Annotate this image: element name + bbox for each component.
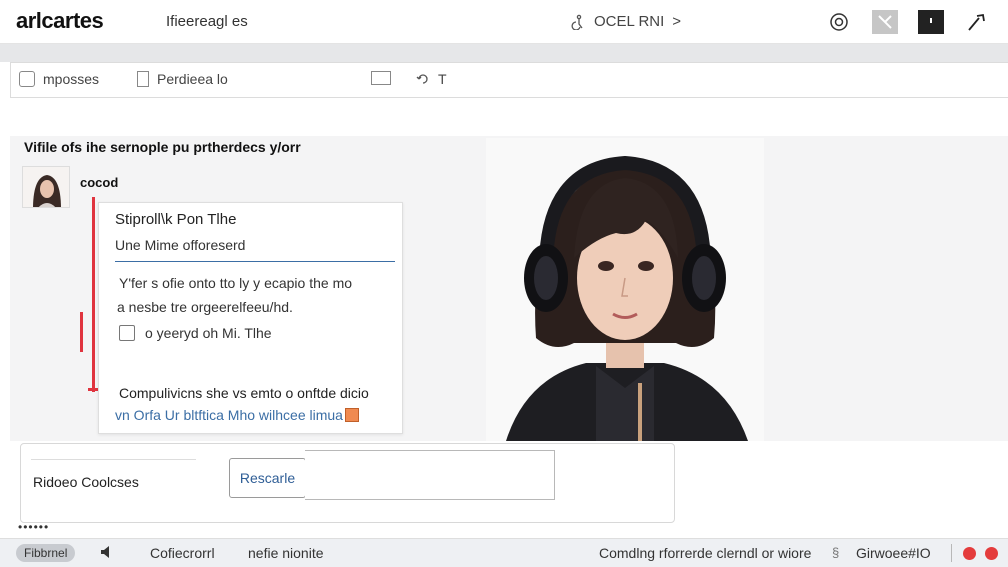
tab-perdieea[interactable]: Perdieea lo [137, 71, 228, 87]
status-bar: Fibbrnel Cofiecrorrl nefie nionite Comdl… [0, 538, 1008, 567]
header-divider-band [0, 44, 1008, 62]
attachment-icon[interactable] [344, 408, 359, 422]
tab-label: T [438, 71, 447, 87]
target-icon[interactable] [826, 10, 852, 34]
header-actions [826, 10, 990, 34]
card-body-line: Y'fer s ofie onto tto ly y ecapio the mo [119, 275, 353, 291]
card-checkbox-label: o yeeryd oh Mi. Tlhe [145, 325, 272, 341]
tab-rotate[interactable]: T [416, 71, 447, 87]
tab-screen[interactable] [371, 71, 391, 85]
pen-icon[interactable] [964, 10, 990, 34]
status-divider [951, 544, 952, 562]
status-text: nefie nionite [248, 545, 324, 561]
form-label: Ridoeo Coolcses [33, 474, 139, 490]
page-title: Vifile ofs ihe sernople pu prtherdecs y/… [24, 139, 301, 155]
sync-icon: § [832, 545, 840, 560]
card-title: Stiproll\k Pon Tlhe [115, 211, 237, 228]
more-dots[interactable]: •••••• [18, 520, 49, 534]
header-center-nav[interactable]: OCEL RNI > [570, 13, 681, 30]
status-text: Cofiecrorrl [150, 545, 215, 561]
dark-square-icon[interactable] [918, 10, 944, 34]
thread-accent-line [92, 197, 95, 392]
card-checkbox-row[interactable]: o yeeryd oh Mi. Tlhe [119, 325, 272, 341]
tab-mposses[interactable]: mposses [19, 71, 99, 87]
status-message: Comdlng rforrerde clerndl or wiore [599, 545, 812, 561]
tab-label: Perdieea lo [157, 71, 228, 87]
box-icon [19, 71, 35, 87]
form-panel: Ridoeo Coolcses Rescarle [20, 443, 675, 523]
tab-bar: mposses Perdieea lo T [10, 62, 1008, 98]
app-header: arlcartes Ifieereagl es OCEL RNI > [0, 0, 1008, 44]
status-user-name[interactable]: Girwoee#IO [856, 545, 931, 561]
form-input-box[interactable] [305, 450, 555, 500]
card-body-line: a nesbe tre orgeerelfeeu/hd. [117, 299, 293, 315]
app-subtitle: Ifieereagl es [166, 13, 248, 30]
card-input-field[interactable]: Une Mime offoreserd [115, 236, 395, 262]
form-divider [31, 459, 196, 460]
status-pill[interactable]: Fibbrnel [16, 544, 76, 562]
tab-label: mposses [43, 71, 100, 87]
record-dot-icon[interactable] [985, 547, 998, 560]
portrait-image [486, 138, 764, 441]
header-center-label: OCEL RNI [594, 13, 665, 30]
card-footer-text: Compulivicns she vs emto o onftde dicio [119, 385, 369, 401]
card-footer-link-text: vn Orfa Ur bltftica Mho wilhcee limua [115, 407, 343, 423]
record-dot-icon[interactable] [963, 547, 976, 560]
speaker-icon[interactable] [100, 545, 112, 559]
accessibility-icon [571, 14, 583, 30]
message-card: Stiproll\k Pon Tlhe Une Mime offoreserd … [98, 202, 403, 434]
user-name: cocod [80, 175, 119, 190]
document-icon [137, 71, 149, 87]
app-logo[interactable]: arlcartes [16, 8, 104, 34]
thread-accent-end [88, 388, 98, 391]
gray-square-icon[interactable] [872, 10, 898, 34]
avatar[interactable] [22, 166, 70, 208]
rescarle-button[interactable]: Rescarle [229, 458, 306, 498]
screen-icon [371, 71, 391, 85]
chevron-right-icon: > [672, 13, 682, 30]
card-checkbox[interactable] [119, 325, 135, 341]
rotate-icon [416, 74, 428, 84]
thread-accent-marker [80, 312, 83, 352]
card-footer-link[interactable]: vn Orfa Ur bltftica Mho wilhcee limua [115, 407, 359, 423]
